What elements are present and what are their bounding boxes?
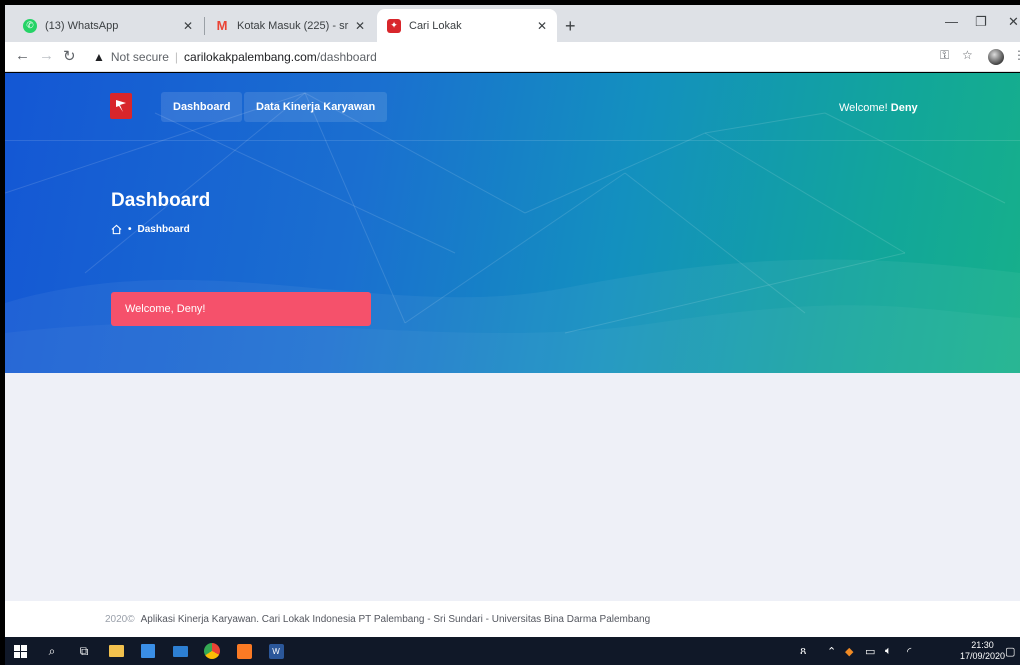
- footer-text: Aplikasi Kinerja Karyawan. Cari Lokak In…: [140, 613, 651, 625]
- browser-toolbar: ← → ↻ ▲ Not secure | carilokakpalembang.…: [5, 42, 1020, 72]
- breadcrumb-current: Dashboard: [137, 224, 190, 235]
- home-icon[interactable]: [111, 224, 122, 235]
- security-label: Not secure: [110, 50, 169, 64]
- search-icon[interactable]: ⌕: [43, 642, 61, 660]
- cari-lokak-logo[interactable]: [110, 93, 132, 119]
- key-icon[interactable]: ⚿: [940, 48, 949, 63]
- browser-tab-bar: ✆ (13) WhatsApp ✕ M Kotak Masuk (225) - …: [5, 5, 1020, 42]
- window-close-icon[interactable]: ✕: [1008, 14, 1019, 30]
- windows-taskbar: ⌕ ⧉ W ጸ ⌃ ◆ ▭ 🔈︎ ◜ 21:30 17/09/2020 ▢: [5, 637, 1020, 665]
- battery-icon[interactable]: ▭: [865, 645, 875, 658]
- tab-cari-lokak[interactable]: ✦ Cari Lokak ✕: [377, 9, 557, 42]
- reload-icon[interactable]: ↻: [63, 47, 76, 65]
- forward-icon[interactable]: →: [39, 47, 54, 64]
- logo-icon: [116, 100, 126, 112]
- carilokak-icon: ✦: [387, 18, 401, 33]
- minimize-icon[interactable]: —: [945, 14, 958, 29]
- warning-icon: ▲: [93, 50, 105, 64]
- people-icon[interactable]: ጸ: [800, 645, 806, 658]
- word-icon[interactable]: W: [267, 642, 285, 660]
- divider: |: [174, 50, 179, 64]
- footer-year: 2020©: [105, 613, 135, 625]
- page-content: Dashboard Data Kinerja Karyawan Welcome!…: [5, 73, 1020, 637]
- store-icon[interactable]: [139, 642, 157, 660]
- menu-icon[interactable]: ⋮: [1013, 48, 1020, 62]
- breadcrumb-separator: •: [128, 224, 132, 235]
- task-view-icon[interactable]: ⧉: [75, 642, 93, 660]
- welcome-username: Deny: [890, 102, 918, 114]
- footer: 2020© Aplikasi Kinerja Karyawan. Cari Lo…: [5, 601, 1020, 637]
- xampp-icon[interactable]: [235, 642, 253, 660]
- avatar[interactable]: [988, 49, 1004, 65]
- chrome-icon[interactable]: [203, 642, 221, 660]
- welcome-alert: Welcome, Deny!: [111, 292, 371, 326]
- wifi-icon[interactable]: ◜: [907, 645, 911, 658]
- back-icon[interactable]: ←: [15, 47, 30, 64]
- close-icon[interactable]: ✕: [537, 19, 547, 33]
- restore-icon[interactable]: ❐: [975, 14, 987, 30]
- notification-icon[interactable]: ▢: [1005, 645, 1015, 658]
- top-navbar: Dashboard Data Kinerja Karyawan Welcome!…: [5, 73, 1020, 141]
- chevron-up-icon[interactable]: ⌃: [827, 645, 836, 658]
- tab-title: Cari Lokak: [409, 19, 462, 32]
- volume-icon[interactable]: 🔈︎: [885, 645, 892, 658]
- page-title: Dashboard: [111, 190, 211, 211]
- tab-gmail[interactable]: M Kotak Masuk (225) - sri.sundari9 ✕: [205, 9, 375, 42]
- tab-whatsapp[interactable]: ✆ (13) WhatsApp ✕: [13, 9, 203, 42]
- welcome-prefix: Welcome!: [839, 102, 888, 114]
- whatsapp-icon: ✆: [23, 18, 37, 33]
- url-host: carilokakpalembang.com: [184, 50, 317, 64]
- breadcrumb: • Dashboard: [111, 224, 190, 235]
- close-icon[interactable]: ✕: [183, 19, 193, 33]
- welcome-user: Welcome! Deny: [839, 102, 918, 114]
- hero-banner: Dashboard Data Kinerja Karyawan Welcome!…: [5, 73, 1020, 373]
- close-icon[interactable]: ✕: [355, 19, 365, 33]
- gmail-icon: M: [216, 18, 228, 33]
- star-icon[interactable]: ☆: [962, 48, 973, 62]
- mail-icon[interactable]: [171, 642, 189, 660]
- clock-time: 21:30: [971, 640, 994, 650]
- address-bar[interactable]: ▲ Not secure | carilokakpalembang.com/da…: [93, 47, 377, 67]
- clock-date: 17/09/2020: [960, 651, 1006, 661]
- tab-title: Kotak Masuk (225) - sri.sundari9: [237, 19, 349, 32]
- app-tray-icon[interactable]: ◆: [845, 645, 853, 658]
- nav-dashboard[interactable]: Dashboard: [161, 92, 243, 122]
- file-explorer-icon[interactable]: [107, 642, 125, 660]
- tab-title: (13) WhatsApp: [45, 19, 119, 32]
- new-tab-icon[interactable]: +: [565, 16, 576, 37]
- nav-data-kinerja-karyawan[interactable]: Data Kinerja Karyawan: [244, 92, 388, 122]
- windows-start-icon[interactable]: [11, 642, 29, 660]
- url-path: /dashboard: [316, 50, 377, 64]
- system-clock[interactable]: 21:30 17/09/2020: [960, 640, 1005, 662]
